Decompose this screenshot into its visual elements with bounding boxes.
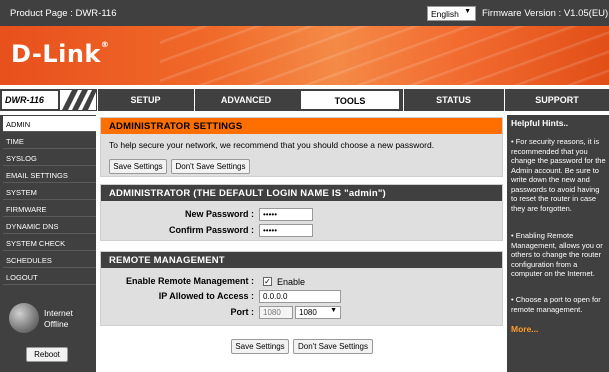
new-password-input[interactable]: ••••• bbox=[259, 208, 313, 221]
section-title: ADMINISTRATOR SETTINGS bbox=[101, 118, 502, 134]
ip-allowed-label: IP Allowed to Access : bbox=[158, 291, 254, 301]
banner-decoration bbox=[160, 26, 609, 85]
hint-remote-management: • Enabling Remote Management, allows you… bbox=[511, 231, 603, 278]
product-page-label: Product Page : DWR-116 bbox=[10, 8, 117, 19]
helpful-hints-panel: Helpful Hints.. • For security reasons, … bbox=[507, 115, 609, 372]
tab-advanced[interactable]: ADVANCED bbox=[194, 89, 297, 111]
offline-label: Offline bbox=[44, 319, 69, 329]
more-hints-link[interactable]: More... bbox=[511, 324, 538, 334]
sidebar-item-time[interactable]: TIME bbox=[3, 133, 96, 149]
save-settings-button-bottom[interactable]: Save Settings bbox=[231, 339, 289, 354]
tab-support[interactable]: SUPPORT bbox=[504, 89, 609, 111]
dont-save-settings-button[interactable]: Don't Save Settings bbox=[171, 159, 250, 174]
section-title: REMOTE MANAGEMENT bbox=[101, 252, 502, 268]
hint-password: • For security reasons, it is recommende… bbox=[511, 137, 606, 213]
enable-remote-label: Enable Remote Management : bbox=[125, 276, 254, 286]
sidebar-item-email-settings[interactable]: EMAIL SETTINGS bbox=[3, 167, 96, 183]
section-title: ADMINISTRATOR (THE DEFAULT LOGIN NAME IS… bbox=[101, 185, 502, 201]
port-select-value: 1080 bbox=[299, 308, 317, 317]
admin-description: To help secure your network, we recommen… bbox=[109, 140, 435, 150]
confirm-password-input[interactable]: ••••• bbox=[259, 224, 313, 237]
administrator-section: ADMINISTRATOR (THE DEFAULT LOGIN NAME IS… bbox=[100, 184, 503, 241]
sidebar-item-logout[interactable]: LOGOUT bbox=[3, 269, 96, 285]
brand-banner: D-Link® bbox=[0, 26, 609, 85]
tab-status[interactable]: STATUS bbox=[403, 89, 503, 111]
divider-slashes-icon bbox=[60, 90, 96, 110]
model-name: DWR-116 bbox=[1, 90, 59, 110]
chevron-down-icon: ▼ bbox=[330, 307, 337, 314]
sidebar-item-system-check[interactable]: SYSTEM CHECK bbox=[3, 235, 96, 251]
dont-save-settings-button-bottom[interactable]: Don't Save Settings bbox=[293, 339, 373, 354]
hints-title: Helpful Hints.. bbox=[511, 118, 569, 128]
reboot-button[interactable]: Reboot bbox=[26, 347, 68, 362]
language-value: English bbox=[431, 9, 459, 19]
language-select[interactable]: English ▼ bbox=[427, 6, 476, 21]
globe-icon bbox=[9, 303, 39, 333]
dlink-logo: D-Link® bbox=[11, 40, 110, 68]
hint-port: • Choose a port to open for remote manag… bbox=[511, 295, 601, 314]
confirm-password-label: Confirm Password : bbox=[168, 225, 254, 235]
sidebar-item-dynamic-dns[interactable]: DYNAMIC DNS bbox=[3, 218, 96, 234]
ip-allowed-input[interactable]: 0.0.0.0 bbox=[259, 290, 341, 303]
enable-remote-checkbox[interactable]: ✓ bbox=[263, 277, 272, 286]
port-input[interactable]: 1080 bbox=[259, 306, 293, 319]
enable-text: Enable bbox=[277, 277, 306, 287]
sidebar-item-firmware[interactable]: FIRMWARE bbox=[3, 201, 96, 217]
sidebar-item-schedules[interactable]: SCHEDULES bbox=[3, 252, 96, 268]
tab-setup[interactable]: SETUP bbox=[97, 89, 193, 111]
internet-label: Internet bbox=[44, 308, 73, 318]
port-label: Port : bbox=[230, 307, 255, 317]
internet-status: Internet Offline bbox=[6, 301, 90, 337]
chevron-down-icon: ▼ bbox=[464, 8, 471, 15]
port-select[interactable]: 1080 ▼ bbox=[295, 306, 341, 319]
tab-tools[interactable]: TOOLS bbox=[299, 89, 401, 111]
remote-management-section: REMOTE MANAGEMENT Enable Remote Manageme… bbox=[100, 251, 503, 326]
new-password-label: New Password : bbox=[184, 209, 254, 219]
top-bar: Product Page : DWR-116 English ▼ Firmwar… bbox=[0, 0, 609, 26]
sidebar-item-admin[interactable]: ADMIN bbox=[3, 116, 96, 132]
admin-settings-section: ADMINISTRATOR SETTINGS To help secure yo… bbox=[100, 117, 503, 177]
firmware-version: Firmware Version : V1.05(EU) bbox=[482, 8, 609, 19]
sidebar-item-system[interactable]: SYSTEM bbox=[3, 184, 96, 200]
sidebar-item-syslog[interactable]: SYSLOG bbox=[3, 150, 96, 166]
save-settings-button[interactable]: Save Settings bbox=[109, 159, 167, 174]
